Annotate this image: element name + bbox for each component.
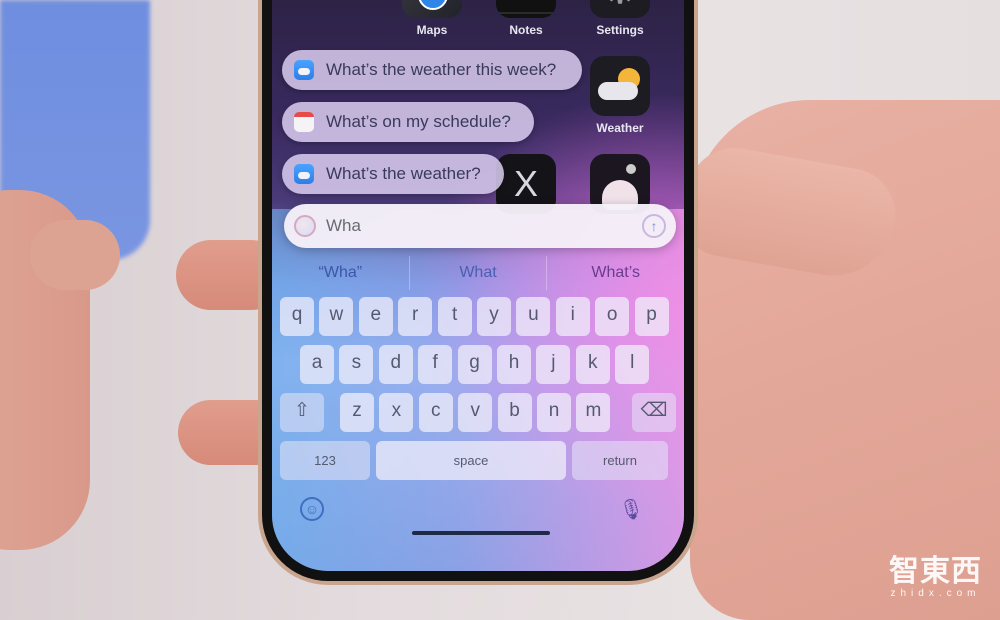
suggestion-text: What’s the weather? [326, 164, 481, 183]
keyboard-row-2: asdfghjkl [276, 345, 680, 385]
emoji-icon[interactable]: ☺ [300, 497, 324, 521]
key-j[interactable]: j [536, 345, 571, 384]
watermark-name: 智東西 [889, 555, 982, 588]
notes-icon [496, 0, 556, 18]
siri-input-value[interactable]: Wha [326, 216, 642, 236]
key-w[interactable]: w [319, 297, 354, 336]
key-t[interactable]: t [437, 297, 472, 336]
key-s[interactable]: s [339, 345, 374, 384]
keyboard-bottom-bar: ☺ 🎙 [272, 497, 684, 527]
phone: Maps Notes Settings Weather X [258, 0, 698, 585]
suggestion-weather[interactable]: What’s the weather? [282, 154, 504, 194]
key-d[interactable]: d [378, 345, 413, 384]
key-c[interactable]: c [418, 393, 453, 432]
key-m[interactable]: m [576, 393, 611, 432]
microphone-icon[interactable]: 🎙 [619, 497, 644, 522]
key-i[interactable]: i [555, 297, 590, 336]
key-y[interactable]: y [477, 297, 511, 336]
weather-icon [590, 56, 650, 116]
app-label: Notes [509, 23, 543, 37]
phone-screen: Maps Notes Settings Weather X [272, 0, 684, 571]
prediction-what[interactable]: What [408, 256, 548, 290]
key-f[interactable]: f [418, 345, 453, 384]
app-label: Maps [416, 23, 448, 37]
key-o[interactable]: o [595, 297, 630, 336]
keyboard: qwertyuiop asdfghjkl ⇧ ⌫ zxcvbnm 123 spa… [276, 297, 680, 489]
predictive-text-bar: “Wha” What What’s [272, 256, 684, 290]
key-v[interactable]: v [458, 393, 493, 432]
suggestion-text: What’s the weather this week? [326, 60, 557, 79]
left-hand-knuckle [30, 220, 120, 290]
key-z[interactable]: z [340, 393, 374, 432]
keyboard-row-4: 123 space return [276, 441, 680, 481]
shift-key[interactable]: ⇧ [280, 393, 324, 432]
key-n[interactable]: n [537, 393, 571, 432]
watermark-logo: 智東西 zhidx.com [889, 546, 982, 599]
return-key[interactable]: return [572, 441, 668, 480]
key-h[interactable]: h [497, 345, 531, 384]
space-key[interactable]: space [376, 441, 566, 480]
key-k[interactable]: k [575, 345, 610, 384]
numbers-key[interactable]: 123 [280, 441, 370, 480]
key-p[interactable]: p [634, 297, 669, 336]
key-q[interactable]: q [280, 297, 314, 336]
keyboard-row-1: qwertyuiop [276, 297, 680, 337]
app-settings[interactable]: Settings [590, 0, 650, 37]
key-g[interactable]: g [457, 345, 492, 384]
key-u[interactable]: u [516, 297, 551, 336]
key-r[interactable]: r [398, 297, 433, 336]
watermark-domain: zhidx.com [890, 588, 981, 599]
home-indicator[interactable] [412, 531, 550, 535]
key-a[interactable]: a [300, 345, 334, 384]
maps-icon [402, 0, 462, 18]
keyboard-row-3: ⇧ ⌫ zxcvbnm [276, 393, 680, 433]
app-label: Weather [596, 121, 644, 135]
prediction-literal[interactable]: “Wha” [272, 256, 409, 290]
key-e[interactable]: e [358, 297, 393, 336]
phone-bezel: Maps Notes Settings Weather X [262, 0, 694, 581]
weather-app-icon [294, 60, 314, 80]
suggestion-weather-this-week[interactable]: What’s the weather this week? [282, 50, 582, 90]
key-l[interactable]: l [615, 345, 650, 384]
delete-key[interactable]: ⌫ [632, 393, 676, 432]
app-maps[interactable]: Maps [402, 0, 462, 37]
siri-icon [294, 215, 316, 237]
siri-text-input[interactable]: Wha ↑ [284, 204, 676, 248]
suggestion-text: What’s on my schedule? [326, 112, 511, 131]
weather-app-icon [294, 164, 314, 184]
calendar-app-icon [294, 112, 314, 132]
app-notes[interactable]: Notes [496, 0, 556, 37]
app-weather[interactable]: Weather [590, 56, 650, 135]
key-x[interactable]: x [379, 393, 414, 432]
send-arrow-icon[interactable]: ↑ [642, 214, 666, 238]
key-b[interactable]: b [497, 393, 532, 432]
prediction-whats[interactable]: What’s [547, 256, 684, 290]
suggestion-schedule[interactable]: What’s on my schedule? [282, 102, 534, 142]
app-label: Settings [596, 23, 644, 37]
settings-icon [590, 0, 650, 18]
